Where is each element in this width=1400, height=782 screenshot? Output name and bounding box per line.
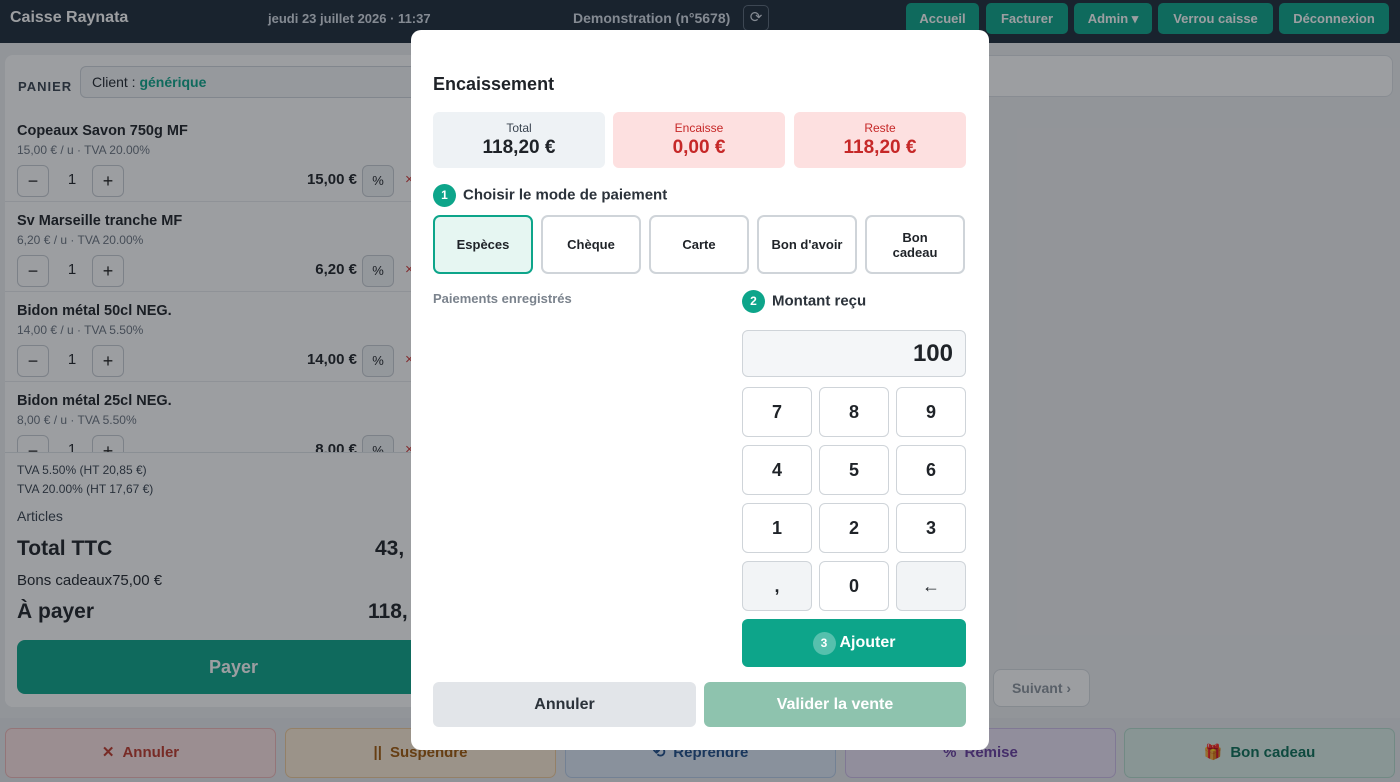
payment-modal: Encaissement Total 118,20 € Encaisse 0,0… xyxy=(411,30,989,750)
keypad-7[interactable]: 7 xyxy=(742,387,812,437)
cancel-button[interactable]: Annuler xyxy=(433,682,696,727)
summary-collected: Encaisse 0,00 € xyxy=(613,112,785,168)
keypad-comma[interactable]: , xyxy=(742,561,812,611)
keypad-9[interactable]: 9 xyxy=(896,387,966,437)
add-payment-label: Ajouter xyxy=(839,634,896,651)
step2-heading: 2 Montant reçu xyxy=(742,290,866,313)
keypad-4[interactable]: 4 xyxy=(742,445,812,495)
recorded-payments-label: Paiements enregistrés xyxy=(433,291,572,306)
payment-mode-cheque[interactable]: Chèque xyxy=(541,215,641,274)
validate-sale-button[interactable]: Valider la vente xyxy=(704,682,966,727)
keypad-5[interactable]: 5 xyxy=(819,445,889,495)
keypad-3[interactable]: 3 xyxy=(896,503,966,553)
amount-received-input[interactable]: 100 xyxy=(742,330,966,377)
step2-label: Montant reçu xyxy=(772,292,867,310)
step1-heading: 1 Choisir le mode de paiement xyxy=(433,184,667,207)
payment-mode-card[interactable]: Carte xyxy=(649,215,749,274)
modal-title: Encaissement xyxy=(433,74,555,94)
step1-label: Choisir le mode de paiement xyxy=(463,186,668,204)
step-number: 1 xyxy=(433,184,456,207)
keypad-0[interactable]: 0 xyxy=(819,561,889,611)
payment-mode-gift-card[interactable]: Bon cadeau xyxy=(865,215,965,274)
summary-total-label: Total xyxy=(506,121,532,135)
keypad-2[interactable]: 2 xyxy=(819,503,889,553)
payment-mode-cash[interactable]: Espèces xyxy=(433,215,533,274)
summary-remaining-value: 118,20 € xyxy=(843,137,917,158)
summary-remaining: Reste 118,20 € xyxy=(794,112,966,168)
step-number: 2 xyxy=(742,290,765,313)
keypad-8[interactable]: 8 xyxy=(819,387,889,437)
summary-total-value: 118,20 € xyxy=(482,137,556,158)
summary-collected-label: Encaisse xyxy=(674,121,724,135)
step-number: 3 xyxy=(812,631,836,655)
backspace-icon[interactable]: ← xyxy=(896,561,966,611)
keypad-6[interactable]: 6 xyxy=(896,445,966,495)
keypad-1[interactable]: 1 xyxy=(742,503,812,553)
add-payment-button[interactable]: 3 Ajouter xyxy=(742,619,966,667)
payment-mode-credit-note[interactable]: Bon d'avoir xyxy=(757,215,857,274)
summary-collected-value: 0,00 € xyxy=(672,137,726,158)
summary-total: Total 118,20 € xyxy=(433,112,605,168)
summary-remaining-label: Reste xyxy=(864,121,896,135)
